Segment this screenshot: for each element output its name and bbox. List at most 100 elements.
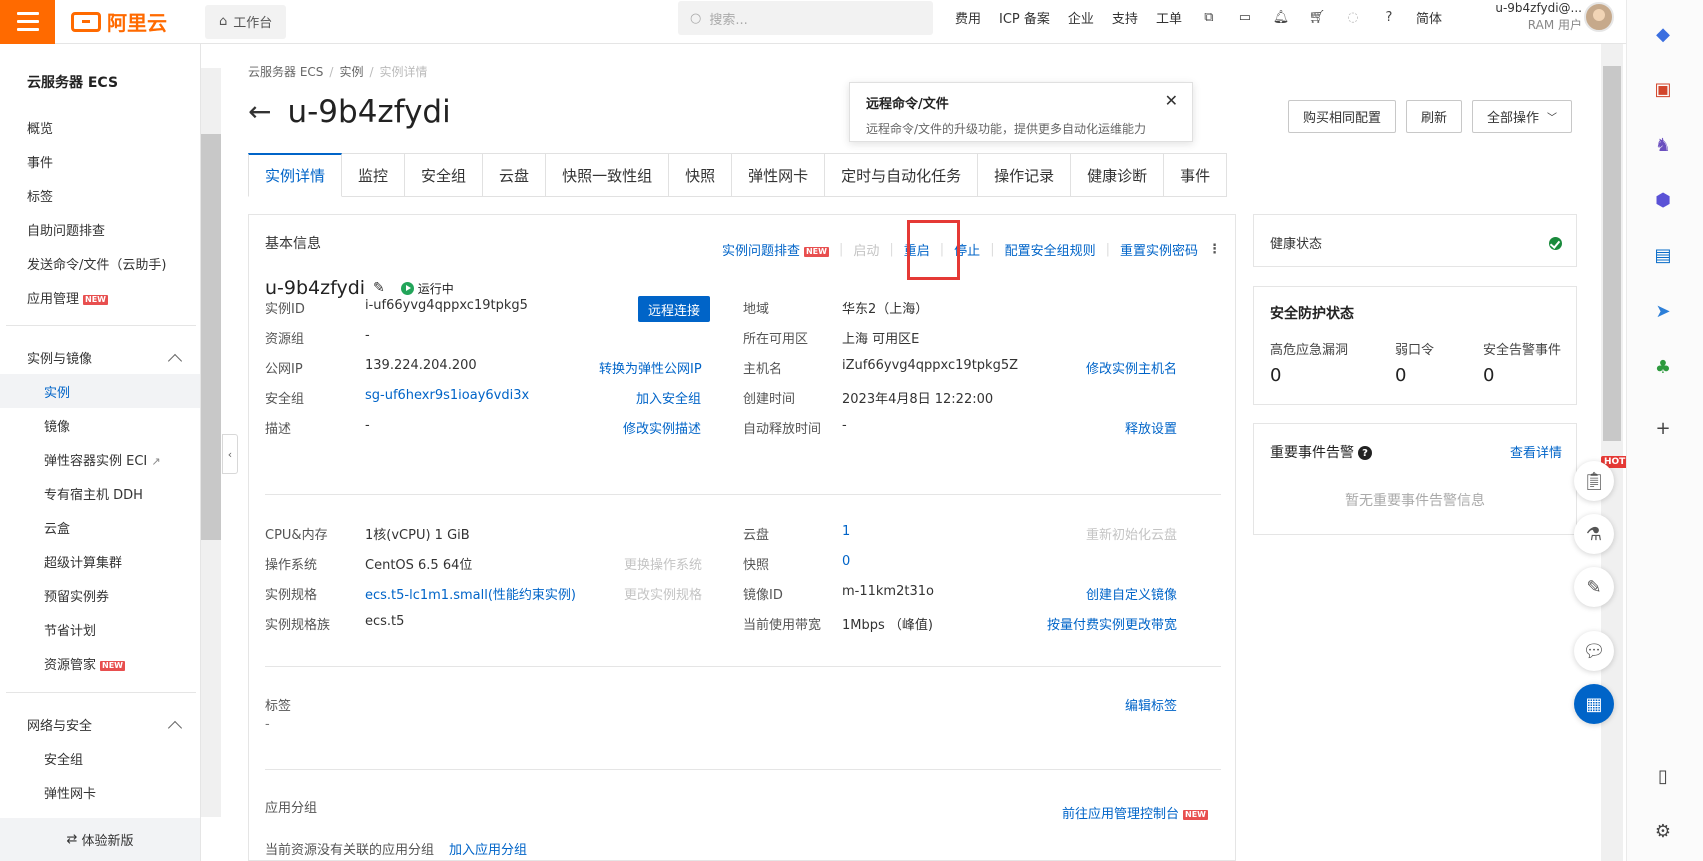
more-vertical-icon[interactable]: ⋮	[1208, 242, 1221, 257]
settings-icon[interactable]: ⚙	[1651, 819, 1675, 843]
sidebar-item-reserved-instance[interactable]: 预留实例券	[44, 586, 109, 605]
snapshots-count-link[interactable]: 0	[842, 554, 850, 569]
sidebar-item-savings-plan[interactable]: 节省计划	[44, 620, 96, 639]
outlook-icon[interactable]: ▤	[1651, 243, 1675, 267]
sidebar-item-send-command[interactable]: 发送命令/文件（云助手)	[27, 254, 166, 273]
user-info[interactable]: u-9b4zfydi@... RAM 用户	[1484, 0, 1582, 34]
release-settings-link[interactable]: 释放设置	[1125, 418, 1177, 437]
buy-same-config-button[interactable]: 购买相同配置	[1288, 100, 1397, 133]
pencil-icon[interactable]: ✎	[1574, 567, 1614, 607]
breadcrumb-ecs[interactable]: 云服务器 ECS	[248, 65, 323, 79]
sidebar-item-cloud-box[interactable]: 云盒	[44, 518, 70, 537]
copilot-icon[interactable]: ⬢	[1651, 188, 1675, 212]
tab-monitoring[interactable]: 监控	[342, 153, 406, 197]
question-icon[interactable]: ?	[1358, 446, 1372, 460]
reinit-disk-link[interactable]: 重新初始化云盘	[1086, 524, 1177, 543]
flask-icon[interactable]: ⚗	[1574, 514, 1614, 554]
tab-security-group[interactable]: 安全组	[405, 153, 484, 197]
tab-snapshots[interactable]: 快照	[669, 153, 733, 197]
sidebar-item-eci[interactable]: 弹性容器实例 ECI ↗	[44, 450, 161, 469]
chevron-up-icon[interactable]	[167, 720, 183, 736]
top-link-enterprise[interactable]: 企业	[1068, 8, 1094, 27]
workbench-button[interactable]: ⌂ 工作台	[205, 4, 287, 39]
refresh-button[interactable]: 刷新	[1406, 100, 1463, 133]
sidebar-item-events[interactable]: 事件	[27, 152, 53, 171]
edit-tags-link[interactable]: 编辑标签	[1125, 695, 1177, 714]
close-icon[interactable]: ✕	[1165, 91, 1178, 110]
security-alert-value[interactable]: 0	[1483, 365, 1494, 386]
sidebar-collapse-handle[interactable]: ‹	[222, 434, 238, 474]
edit-hostname-link[interactable]: 修改实例主机名	[1086, 358, 1177, 377]
breadcrumb-instances[interactable]: 实例	[339, 65, 363, 79]
tag-icon[interactable]: ◆	[1651, 22, 1675, 46]
add-app-group-link[interactable]: 加入应用分组	[449, 839, 527, 858]
lightbulb-icon[interactable]: ◌	[1344, 8, 1362, 26]
back-arrow-icon[interactable]: ←	[248, 98, 271, 126]
top-link-ticket[interactable]: 工单	[1156, 8, 1182, 27]
instance-type-link[interactable]: ecs.t5-lc1m1.small(性能约束实例)	[365, 584, 576, 603]
security-group-link[interactable]: sg-uf6hexr9s1ioay6vdi3x	[365, 388, 529, 403]
troubleshoot-link[interactable]: 实例问题排查 NEW	[722, 240, 829, 259]
main-scrollbar-thumb[interactable]	[1603, 66, 1621, 441]
chess-icon[interactable]: ♞	[1651, 133, 1675, 157]
top-link-support[interactable]: 支持	[1112, 8, 1138, 27]
create-custom-image-link[interactable]: 创建自定义镜像	[1086, 584, 1177, 603]
apps-icon[interactable]: ▦	[1574, 684, 1614, 724]
chat-icon[interactable]: 💬︎	[1574, 631, 1614, 671]
view-details-link[interactable]: 查看详情	[1510, 442, 1562, 461]
sidebar-group-network-security[interactable]: 网络与安全	[27, 715, 92, 734]
chevron-up-icon[interactable]	[167, 353, 183, 369]
tree-icon[interactable]: ♣	[1651, 355, 1675, 379]
tab-instance-details[interactable]: 实例详情	[248, 153, 343, 197]
bell-icon[interactable]: 🔔︎	[1272, 8, 1290, 26]
top-link-icp[interactable]: ICP 备案	[999, 8, 1050, 27]
help-icon[interactable]: ?	[1380, 8, 1398, 26]
language-switch[interactable]: 简体	[1416, 8, 1442, 27]
cloud-shell-icon[interactable]: ⧉	[1200, 8, 1218, 26]
aliyun-logo[interactable]: 阿里云	[71, 7, 167, 36]
tab-eni[interactable]: 弹性网卡	[732, 153, 826, 197]
sidebar-item-self-troubleshoot[interactable]: 自助问题排查	[27, 220, 105, 239]
sidebar-item-app-management[interactable]: 应用管理 NEW	[27, 288, 108, 307]
sidebar-scrollbar-thumb[interactable]	[201, 134, 221, 540]
tab-snapshot-consistency-group[interactable]: 快照一致性组	[546, 153, 670, 197]
sidebar-toggle-icon[interactable]: ▯	[1651, 764, 1675, 788]
sidebar-item-ddh[interactable]: 专有宿主机 DDH	[44, 484, 143, 503]
cart-icon[interactable]: 🛒︎	[1308, 8, 1326, 26]
weak-password-value[interactable]: 0	[1395, 365, 1406, 386]
briefcase-icon[interactable]: ▣	[1651, 77, 1675, 101]
edit-description-link[interactable]: 修改实例描述	[623, 418, 701, 437]
sidebar-item-security-group[interactable]: 安全组	[44, 749, 83, 768]
convert-eip-link[interactable]: 转换为弹性公网IP	[599, 358, 702, 377]
start-link[interactable]: 启动	[853, 240, 879, 259]
hamburger-menu-button[interactable]	[0, 0, 55, 44]
sidebar-item-hpc-cluster[interactable]: 超级计算集群	[44, 552, 122, 571]
change-bandwidth-link[interactable]: 按量付费实例更改带宽	[1047, 614, 1177, 633]
add-icon[interactable]: +	[1651, 416, 1675, 440]
search-input[interactable]: ○ 搜索...	[678, 1, 933, 35]
remote-connect-button[interactable]: 远程连接	[638, 296, 711, 322]
sidebar-item-overview[interactable]: 概览	[27, 118, 53, 137]
avatar[interactable]	[1584, 2, 1614, 32]
sidebar-item-instances[interactable]: 实例	[44, 382, 70, 401]
sidebar-item-images[interactable]: 镜像	[44, 416, 70, 435]
change-os-link[interactable]: 更换操作系统	[624, 554, 702, 573]
send-icon[interactable]: ➤	[1651, 299, 1675, 323]
top-link-billing[interactable]: 费用	[955, 8, 981, 27]
edit-icon[interactable]: ✎	[373, 280, 385, 296]
all-actions-dropdown[interactable]: 全部操作 ﹀	[1472, 100, 1573, 133]
tab-health-diagnosis[interactable]: 健康诊断	[1071, 153, 1165, 197]
sidebar-item-resource-manager[interactable]: 资源管家 NEW	[44, 654, 125, 673]
tab-scheduled-tasks[interactable]: 定时与自动化任务	[825, 153, 979, 197]
join-security-group-link[interactable]: 加入安全组	[636, 388, 701, 407]
disks-count-link[interactable]: 1	[842, 524, 850, 539]
sidebar-group-instances-images[interactable]: 实例与镜像	[27, 348, 92, 367]
reset-password-link[interactable]: 重置实例密码	[1120, 240, 1198, 259]
high-risk-value[interactable]: 0	[1270, 365, 1281, 386]
terminal-icon[interactable]: ▭	[1236, 8, 1254, 26]
change-instance-type-link[interactable]: 更改实例规格	[624, 584, 702, 603]
tab-events[interactable]: 事件	[1164, 153, 1228, 197]
sg-rules-link[interactable]: 配置安全组规则	[1005, 240, 1096, 259]
sidebar-item-eni[interactable]: 弹性网卡	[44, 783, 96, 802]
try-new-version-button[interactable]: ⇄ 体验新版	[0, 818, 200, 861]
